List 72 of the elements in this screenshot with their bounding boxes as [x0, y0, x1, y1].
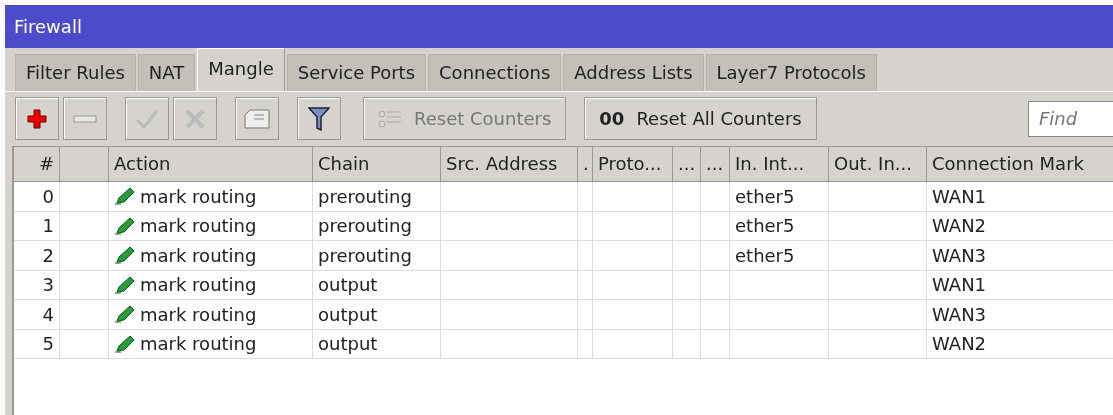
table-cell: 1: [42, 215, 54, 237]
comment-button[interactable]: [235, 97, 279, 140]
table-cell: output: [318, 333, 378, 355]
tab[interactable]: Layer7 Protocols: [705, 54, 877, 91]
table-cell: output: [318, 303, 378, 325]
table-cell: output: [318, 274, 378, 296]
note-icon: [244, 108, 270, 129]
table-cell: WAN3: [932, 303, 987, 325]
tab[interactable]: Connections: [428, 54, 562, 91]
table-cell: WAN1: [932, 185, 987, 207]
table-cell: ether5: [735, 215, 795, 237]
table-cell: prerouting: [318, 244, 412, 266]
column-header[interactable]: Proto...: [593, 147, 673, 182]
empty-cell: [673, 329, 701, 359]
add-button[interactable]: [15, 97, 59, 140]
empty-cell: [701, 270, 730, 300]
table-cell: mark routing: [140, 244, 257, 266]
tab[interactable]: Mangle: [197, 48, 285, 91]
table-cell: 4: [42, 303, 54, 325]
tab[interactable]: Address Lists: [563, 54, 704, 91]
empty-cell: [701, 300, 730, 330]
column-header[interactable]: Out. In...: [829, 147, 927, 182]
table-cell: 3: [42, 274, 54, 296]
empty-cell: [673, 241, 701, 271]
table-cell: 2: [42, 244, 54, 266]
table-cell: prerouting: [318, 185, 412, 207]
table-cell: mark routing: [140, 215, 257, 237]
plus-icon: [26, 107, 48, 130]
empty-cell: [701, 329, 730, 359]
cross-icon: [184, 107, 206, 130]
table-cell: prerouting: [318, 215, 412, 237]
table-cell: ether5: [735, 244, 795, 266]
column-header[interactable]: [60, 147, 109, 182]
column-header[interactable]: In. Int...: [730, 147, 829, 182]
tab[interactable]: NAT: [137, 54, 196, 91]
table-cell: WAN1: [932, 274, 987, 296]
table-cell: mark routing: [140, 303, 257, 325]
empty-cell: [673, 300, 701, 330]
table-cell: ether5: [735, 185, 795, 207]
column-header[interactable]: Action: [109, 147, 313, 182]
column-header[interactable]: ...: [701, 147, 730, 182]
table-cell: WAN2: [932, 215, 987, 237]
empty-cell: [578, 270, 593, 300]
column-header[interactable]: Connection Mark: [927, 147, 1113, 182]
column-header[interactable]: .: [578, 147, 593, 182]
find-field[interactable]: Find: [1028, 100, 1113, 137]
empty-cell: [578, 300, 593, 330]
column-header[interactable]: Chain: [313, 147, 441, 182]
empty-cell: [578, 241, 593, 271]
tab[interactable]: Service Ports: [286, 54, 427, 91]
empty-cell: [578, 211, 593, 241]
reset-all-counters-button[interactable]: 00 Reset All Counters: [584, 97, 817, 140]
window-title: Firewall: [14, 16, 82, 37]
table-cell: WAN3: [932, 244, 987, 266]
column-header[interactable]: Src. Address: [441, 147, 578, 182]
tab[interactable]: Filter Rules: [15, 54, 136, 91]
filter-button[interactable]: [297, 97, 341, 140]
filter-icon: [308, 106, 330, 131]
list-icon: [378, 108, 402, 129]
check-icon: [135, 107, 159, 130]
empty-cell: [673, 211, 701, 241]
table-cell: 5: [42, 333, 54, 355]
table-cell: WAN2: [932, 333, 987, 355]
table-cell: mark routing: [140, 185, 257, 207]
empty-cell: [673, 270, 701, 300]
table-cell: mark routing: [140, 333, 257, 355]
table-cell: 0: [42, 185, 54, 207]
table-cell: mark routing: [140, 274, 257, 296]
empty-cell: [578, 329, 593, 359]
minus-icon: [73, 113, 97, 124]
column-header[interactable]: #: [14, 147, 60, 182]
column-header[interactable]: ...: [673, 147, 701, 182]
